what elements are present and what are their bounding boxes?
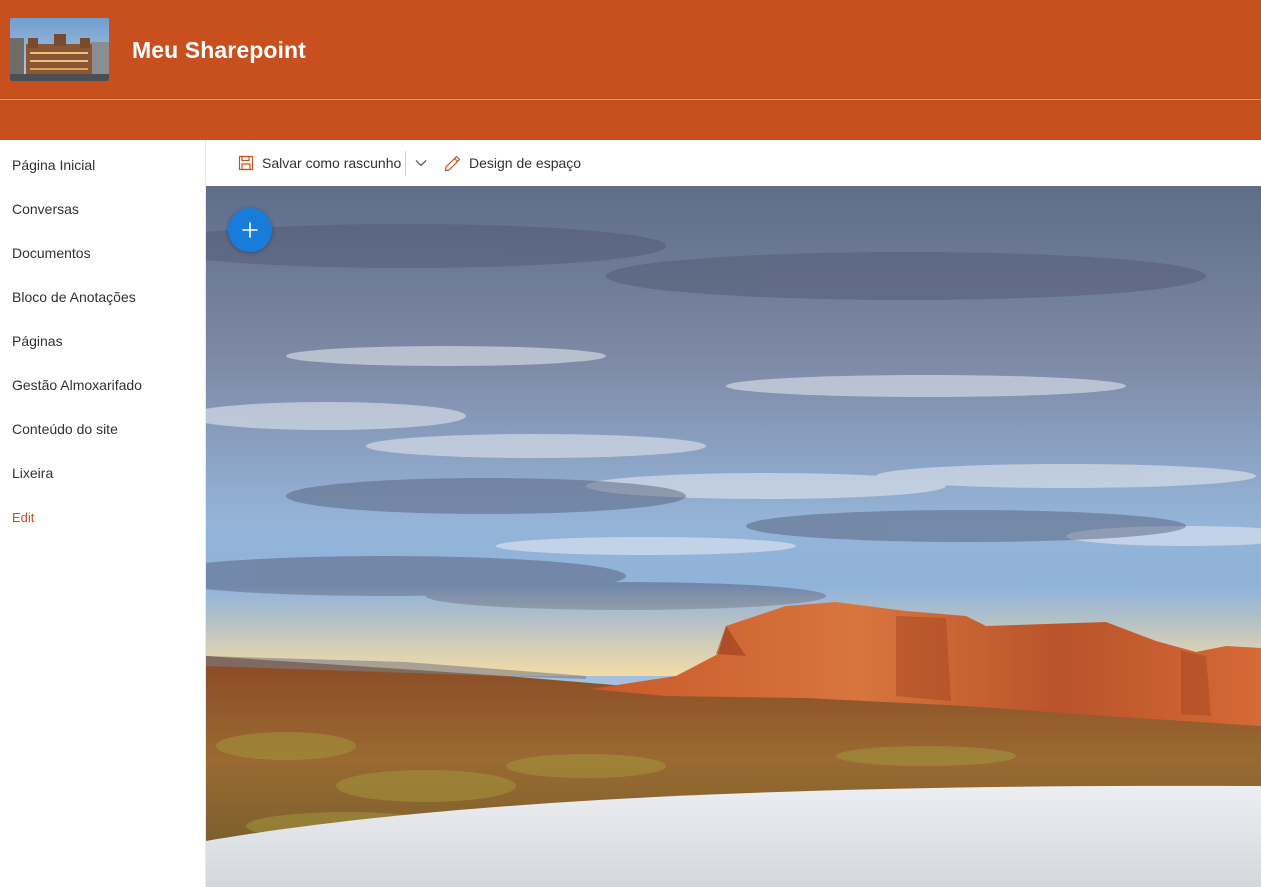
space-design-button[interactable]: Design de espaço — [444, 140, 581, 186]
command-separator — [405, 151, 406, 176]
nav-item-bloco-de-anotacoes[interactable]: Bloco de Anotações — [12, 289, 136, 305]
space-canvas[interactable] — [206, 186, 1261, 887]
nav-item-paginas[interactable]: Páginas — [12, 333, 63, 349]
space-design-label: Design de espaço — [469, 155, 582, 171]
pencil-icon — [444, 155, 461, 172]
nav-item-conteudo-do-site[interactable]: Conteúdo do site — [12, 421, 118, 437]
nav-edit-link[interactable]: Edit — [12, 510, 34, 525]
add-section-button[interactable] — [228, 208, 272, 252]
save-icon — [238, 155, 254, 171]
nav-item-documentos[interactable]: Documentos — [12, 245, 91, 261]
header-divider — [0, 99, 1261, 100]
plus-icon — [241, 221, 259, 239]
site-logo[interactable] — [10, 18, 109, 81]
nav-item-pagina-inicial[interactable]: Página Inicial — [12, 157, 95, 173]
save-draft-button[interactable]: Salvar como rascunho — [238, 140, 401, 186]
chevron-down-icon — [415, 159, 427, 167]
site-title[interactable]: Meu Sharepoint — [132, 37, 306, 64]
site-header: Meu Sharepoint — [0, 0, 1261, 140]
command-bar: Salvar como rascunho Design de espaço — [206, 140, 1261, 186]
save-draft-label: Salvar como rascunho — [262, 155, 402, 171]
nav-item-lixeira[interactable]: Lixeira — [12, 465, 53, 481]
save-dropdown-button[interactable] — [412, 140, 430, 186]
left-navigation: Página Inicial Conversas Documentos Bloc… — [0, 140, 206, 887]
panorama-image — [206, 186, 1261, 887]
nav-item-gestao-almoxarifado[interactable]: Gestão Almoxarifado — [12, 377, 142, 393]
nav-item-conversas[interactable]: Conversas — [12, 201, 79, 217]
